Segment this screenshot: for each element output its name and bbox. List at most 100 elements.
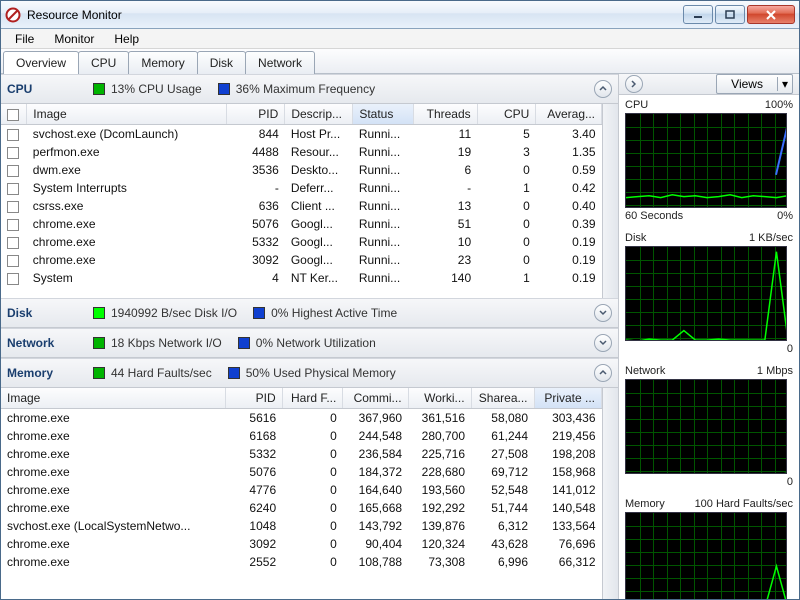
menu-monitor[interactable]: Monitor [46,30,102,48]
swatch-blue-icon [238,337,250,349]
memory-section-title: Memory [7,366,69,380]
mem-col-pid[interactable]: PID [226,388,282,409]
memory-collapse-button[interactable] [594,364,612,382]
table-row[interactable]: svchost.exe (DcomLaunch)844Host Pr...Run… [1,125,602,144]
close-button[interactable] [747,5,795,24]
table-row[interactable]: svchost.exe (LocalSystemNetwo...10480143… [1,517,602,535]
cpu-collapse-button[interactable] [594,80,612,98]
table-row[interactable]: chrome.exe25520108,78873,3086,99666,312 [1,553,602,571]
cpu-col-check[interactable] [1,104,27,125]
app-icon [5,7,21,23]
graphs-collapse-button[interactable] [625,75,643,93]
cpu-col-threads[interactable]: Threads [414,104,477,125]
cpu-col-image[interactable]: Image [27,104,226,125]
chart-title: Memory [625,498,665,510]
chart-memory: Memory 100 Hard Faults/sec [619,494,799,599]
cpu-usage-stat: 13% CPU Usage [93,82,202,96]
mem-col-share[interactable]: Sharea... [471,388,534,409]
checkbox-icon[interactable] [7,237,19,249]
chart-cpu: CPU100%60 Seconds0% [619,95,799,228]
tab-network[interactable]: Network [245,51,315,74]
swatch-green-icon [93,83,105,95]
checkbox-icon[interactable] [7,201,19,213]
network-expand-button[interactable] [594,334,612,352]
cpu-table[interactable]: Image PID Descrip... Status Threads CPU … [1,104,602,287]
cpu-col-status[interactable]: Status [353,104,414,125]
mem-col-private[interactable]: Private ... [534,388,602,409]
mem-col-hf[interactable]: Hard F... [282,388,343,409]
checkbox-icon[interactable] [7,273,19,285]
maximize-button[interactable] [715,5,745,24]
checkbox-icon[interactable] [7,255,19,267]
mem-col-commit[interactable]: Commi... [343,388,408,409]
tab-disk[interactable]: Disk [197,51,246,74]
chart-network: Network1 Mbps0 [619,361,799,494]
network-section-title: Network [7,336,69,350]
disk-expand-button[interactable] [594,304,612,322]
menubar: File Monitor Help [1,29,799,49]
tab-cpu[interactable]: CPU [78,51,129,74]
checkbox-icon[interactable] [7,147,19,159]
checkbox-icon[interactable] [7,183,19,195]
minimize-button[interactable] [683,5,713,24]
table-row[interactable]: chrome.exe47760164,640193,56052,548141,0… [1,481,602,499]
cpu-scrollbar[interactable] [602,104,618,298]
views-button[interactable]: Views ▾ [716,74,793,94]
cpu-col-avg[interactable]: Averag... [536,104,602,125]
swatch-blue-icon [218,83,230,95]
memory-table[interactable]: Image PID Hard F... Commi... Worki... Sh… [1,388,602,571]
swatch-lime-icon [93,307,105,319]
checkbox-icon[interactable] [7,219,19,231]
cpu-col-pid[interactable]: PID [226,104,285,125]
swatch-green-icon [93,367,105,379]
window-title: Resource Monitor [27,8,681,22]
disk-section-title: Disk [7,306,69,320]
disk-active-stat: 0% Highest Active Time [253,306,397,320]
menu-help[interactable]: Help [106,30,147,48]
chart-min: 0% [777,210,793,222]
table-row[interactable]: chrome.exe56160367,960361,51658,080303,4… [1,409,602,428]
chart-xlabel: 60 Seconds [625,210,683,222]
table-row[interactable]: dwm.exe3536Deskto...Runni...600.59 [1,161,602,179]
disk-io-stat: 1940992 B/sec Disk I/O [93,306,237,320]
charts-host: CPU100%60 Seconds0%Disk1 KB/sec0Network1… [619,95,799,599]
table-row[interactable]: csrss.exe636Client ...Runni...1300.40 [1,197,602,215]
cpu-section-header[interactable]: CPU 13% CPU Usage 36% Maximum Frequency [1,74,618,104]
table-row[interactable]: System4NT Ker...Runni...14010.19 [1,269,602,287]
table-row[interactable]: chrome.exe61680244,548280,70061,244219,4… [1,427,602,445]
tab-memory[interactable]: Memory [128,51,197,74]
table-row[interactable]: chrome.exe50760184,372228,68069,712158,9… [1,463,602,481]
table-row[interactable]: chrome.exe3092090,404120,32443,62876,696 [1,535,602,553]
table-row[interactable]: perfmon.exe4488Resour...Runni...1931.35 [1,143,602,161]
table-row[interactable]: chrome.exe53320236,584225,71627,508198,2… [1,445,602,463]
chart-title: Disk [625,232,646,244]
table-row[interactable]: chrome.exe62400165,668192,29251,744140,5… [1,499,602,517]
table-row[interactable]: chrome.exe3092Googl...Runni...2300.19 [1,251,602,269]
cpu-section-title: CPU [7,82,69,96]
checkbox-icon[interactable] [7,129,19,141]
cpu-col-cpu[interactable]: CPU [477,104,536,125]
titlebar[interactable]: Resource Monitor [1,1,799,29]
chart-scale: 100 Hard Faults/sec [695,498,793,510]
memory-scrollbar[interactable] [602,388,618,599]
table-row[interactable]: chrome.exe5332Googl...Runni...1000.19 [1,233,602,251]
table-row[interactable]: System Interrupts-Deferr...Runni...-10.4… [1,179,602,197]
mem-col-image[interactable]: Image [1,388,226,409]
tab-overview[interactable]: Overview [3,51,79,74]
menu-file[interactable]: File [7,30,42,48]
mem-col-working[interactable]: Worki... [408,388,471,409]
network-section-header[interactable]: Network 18 Kbps Network I/O 0% Network U… [1,328,618,358]
chart-min: 0 [787,343,793,355]
cpu-col-desc[interactable]: Descrip... [285,104,353,125]
checkbox-icon[interactable] [7,165,19,177]
network-io-stat: 18 Kbps Network I/O [93,336,222,350]
memory-section-header[interactable]: Memory 44 Hard Faults/sec 50% Used Physi… [1,358,618,388]
chart-disk: Disk1 KB/sec0 [619,228,799,361]
disk-section-header[interactable]: Disk 1940992 B/sec Disk I/O 0% Highest A… [1,298,618,328]
checkbox-icon[interactable] [7,109,19,121]
right-pane: Views ▾ CPU100%60 Seconds0%Disk1 KB/sec0… [619,74,799,599]
chart-canvas [625,379,787,474]
swatch-blue-icon [228,367,240,379]
table-row[interactable]: chrome.exe5076Googl...Runni...5100.39 [1,215,602,233]
swatch-green-icon [93,337,105,349]
